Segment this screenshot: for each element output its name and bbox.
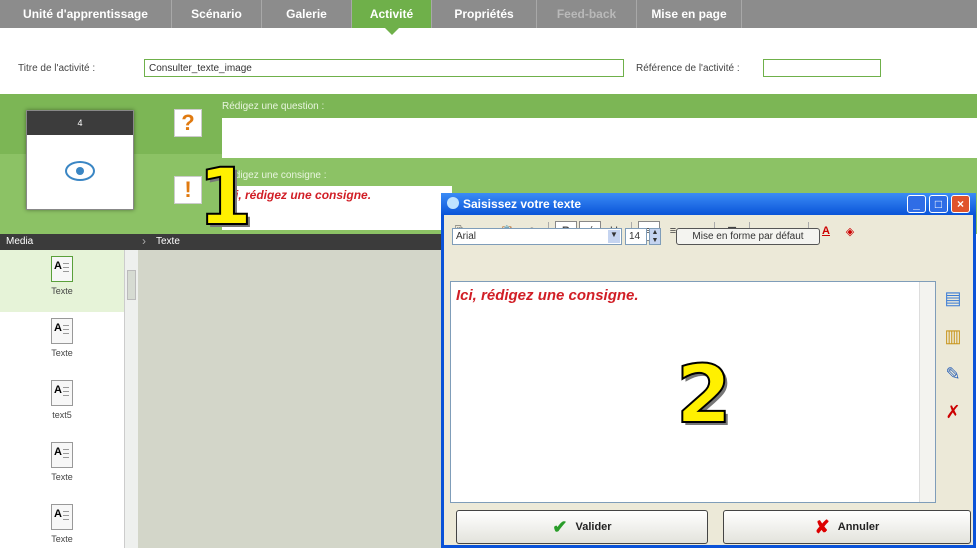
validate-label: Valider <box>575 521 612 533</box>
cross-icon: ✘ <box>814 516 830 537</box>
top-tab-bar: Unité d'apprentissage Scénario Galerie A… <box>0 0 977 35</box>
text-document-icon: A <box>51 380 73 406</box>
dialog-title: Saisissez votre texte <box>463 197 582 211</box>
question-label: Rédigez une question : <box>222 101 325 112</box>
insert-text-icon[interactable]: ▤ <box>940 285 966 311</box>
default-format-button[interactable]: Mise en forme par défaut <box>676 228 820 245</box>
size-stepper-icon[interactable]: ▲ ▼ <box>649 228 661 245</box>
scrollbar-thumb[interactable] <box>127 270 136 300</box>
spell-check-icon[interactable]: ✎ <box>940 361 966 387</box>
app-window: Unité d'apprentissage Scénario Galerie A… <box>0 0 977 548</box>
highlight-color-icon[interactable]: ◈ <box>839 221 861 241</box>
consigne-input[interactable]: Ici, rédigez une consigne. <box>222 186 452 230</box>
dialog-title-bar[interactable]: Saisissez votre texte _ □ × <box>441 193 976 215</box>
tab-activite[interactable]: Activité <box>352 0 432 35</box>
activity-title-label: Titre de l'activité : <box>18 63 96 74</box>
text-document-icon: A <box>51 256 73 282</box>
question-input[interactable] <box>222 118 977 158</box>
cancel-button[interactable]: ✘ Annuler <box>723 510 971 544</box>
app-icon <box>447 197 459 209</box>
check-icon: ✔ <box>552 516 568 537</box>
chevron-down-icon[interactable]: ▼ <box>608 230 620 243</box>
media-list: A Texte A Texte A text5 A Texte A Texte <box>0 250 124 548</box>
tab-mise-en-page[interactable]: Mise en page <box>637 0 742 28</box>
activity-title-input[interactable]: Consulter_texte_image <box>144 59 624 77</box>
text-document-icon: A <box>51 504 73 530</box>
tab-scenario[interactable]: Scénario <box>172 0 262 28</box>
eye-icon <box>65 161 95 181</box>
breadcrumb-chevron-icon: › <box>142 234 146 248</box>
media-item[interactable]: A Texte <box>0 312 124 374</box>
maximize-button[interactable]: □ <box>929 195 948 213</box>
font-size-input[interactable]: 14 <box>625 228 647 245</box>
text-document-icon: A <box>51 442 73 468</box>
font-select[interactable]: Arial ▼ <box>452 228 622 245</box>
paste-text-icon[interactable]: ▥ <box>940 323 966 349</box>
validate-button[interactable]: ✔ Valider <box>456 510 708 544</box>
media-item-label: Texte <box>51 348 73 358</box>
media-item[interactable]: A Texte <box>0 250 124 312</box>
media-item-label: text5 <box>52 410 72 420</box>
callout-one: 1 <box>197 153 253 243</box>
minimize-button[interactable]: _ <box>907 195 926 213</box>
tab-feedback: Feed-back <box>537 0 637 28</box>
editor-content[interactable]: Ici, rédigez une consigne. <box>456 287 639 304</box>
activity-reference-input[interactable] <box>763 59 881 77</box>
thumbnail-number: 4 <box>27 111 133 135</box>
media-item[interactable]: A Texte <box>0 436 124 498</box>
tab-proprietes[interactable]: Propriétés <box>432 0 537 28</box>
cancel-label: Annuler <box>837 521 880 533</box>
media-scrollbar[interactable] <box>124 250 138 548</box>
media-preview-area <box>138 250 445 548</box>
tab-galerie[interactable]: Galerie <box>262 0 352 28</box>
font-select-value: Arial <box>456 231 477 242</box>
tab-unite-apprentissage[interactable]: Unité d'apprentissage <box>0 0 172 28</box>
editor-scrollbar[interactable] <box>919 282 935 502</box>
media-item[interactable]: A Texte <box>0 498 124 548</box>
activity-thumbnail[interactable]: 4 <box>26 110 134 210</box>
clear-format-icon[interactable]: ✗ <box>940 399 966 425</box>
close-button[interactable]: × <box>951 195 970 213</box>
media-item[interactable]: A text5 <box>0 374 124 436</box>
media-item-label: Texte <box>51 286 73 296</box>
callout-two: 2 <box>675 348 733 441</box>
text-document-icon: A <box>51 318 73 344</box>
media-title: Media <box>6 236 34 247</box>
activity-reference-label: Référence de l'activité : <box>636 63 740 74</box>
breadcrumb-texte[interactable]: Texte <box>156 236 180 247</box>
media-item-label: Texte <box>51 534 73 544</box>
media-item-label: Texte <box>51 472 73 482</box>
question-mark-icon: ? <box>174 109 202 137</box>
